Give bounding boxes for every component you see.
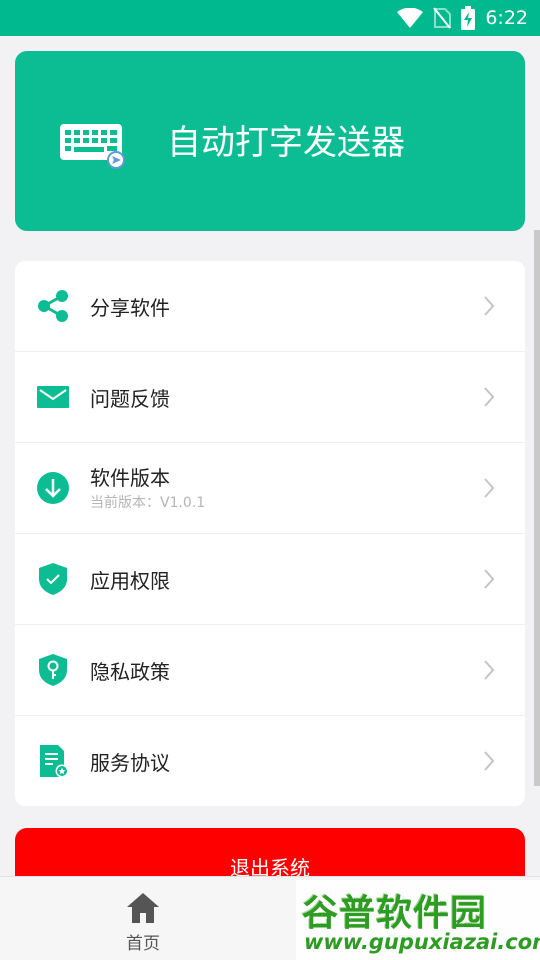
download-icon [37,472,69,504]
watermark-title: 谷普软件园 [302,893,488,934]
app-title: 自动打字发送器 [167,123,405,163]
shield-check-icon [39,563,67,595]
menu-item-label: 隐私政策 [90,660,170,684]
wifi-icon [397,8,424,28]
menu-item-label: 分享软件 [90,296,170,320]
menu-item-privacy[interactable]: 隐私政策 [15,625,525,716]
mail-icon [37,386,69,408]
chevron-right-icon [484,387,495,407]
scrollbar[interactable] [534,230,540,786]
shield-key-icon [39,654,67,686]
document-icon [40,745,69,778]
chevron-right-icon [484,478,495,498]
menu-item-permissions[interactable]: 应用权限 [15,534,525,625]
app-header-card: 自动打字发送器 [15,51,525,231]
nav-item-home[interactable]: 首页 [43,877,243,960]
menu-item-share[interactable]: 分享软件 [15,261,525,352]
chevron-right-icon [484,569,495,589]
battery-charging-icon [461,6,476,30]
status-icons: 6:22 [397,0,528,36]
settings-menu: 分享软件 问题反馈 软件版本 当前版本：V1.0.1 应用权限 隐私政策 服务协… [15,261,525,806]
menu-item-terms[interactable]: 服务协议 [15,716,525,806]
version-text: 当前版本：V1.0.1 [90,495,206,511]
menu-item-label: 应用权限 [90,569,170,593]
watermark: 谷普软件园 www.gupuxiazai.com [296,880,540,960]
status-time: 6:22 [485,7,528,29]
chevron-right-icon [484,660,495,680]
keyboard-icon [60,124,125,169]
menu-item-feedback[interactable]: 问题反馈 [15,352,525,443]
nav-label-home: 首页 [126,934,160,954]
no-sim-icon [433,7,452,29]
status-bar: 6:22 [0,0,540,36]
menu-item-label: 服务协议 [90,751,170,775]
menu-item-label: 软件版本 [90,466,170,490]
share-icon [38,290,68,322]
chevron-right-icon [484,751,495,771]
chevron-right-icon [484,296,495,316]
watermark-url: www.gupuxiazai.com [304,930,540,954]
menu-item-version[interactable]: 软件版本 当前版本：V1.0.1 [15,443,525,534]
menu-item-label: 问题反馈 [90,387,170,411]
home-icon [127,893,159,923]
